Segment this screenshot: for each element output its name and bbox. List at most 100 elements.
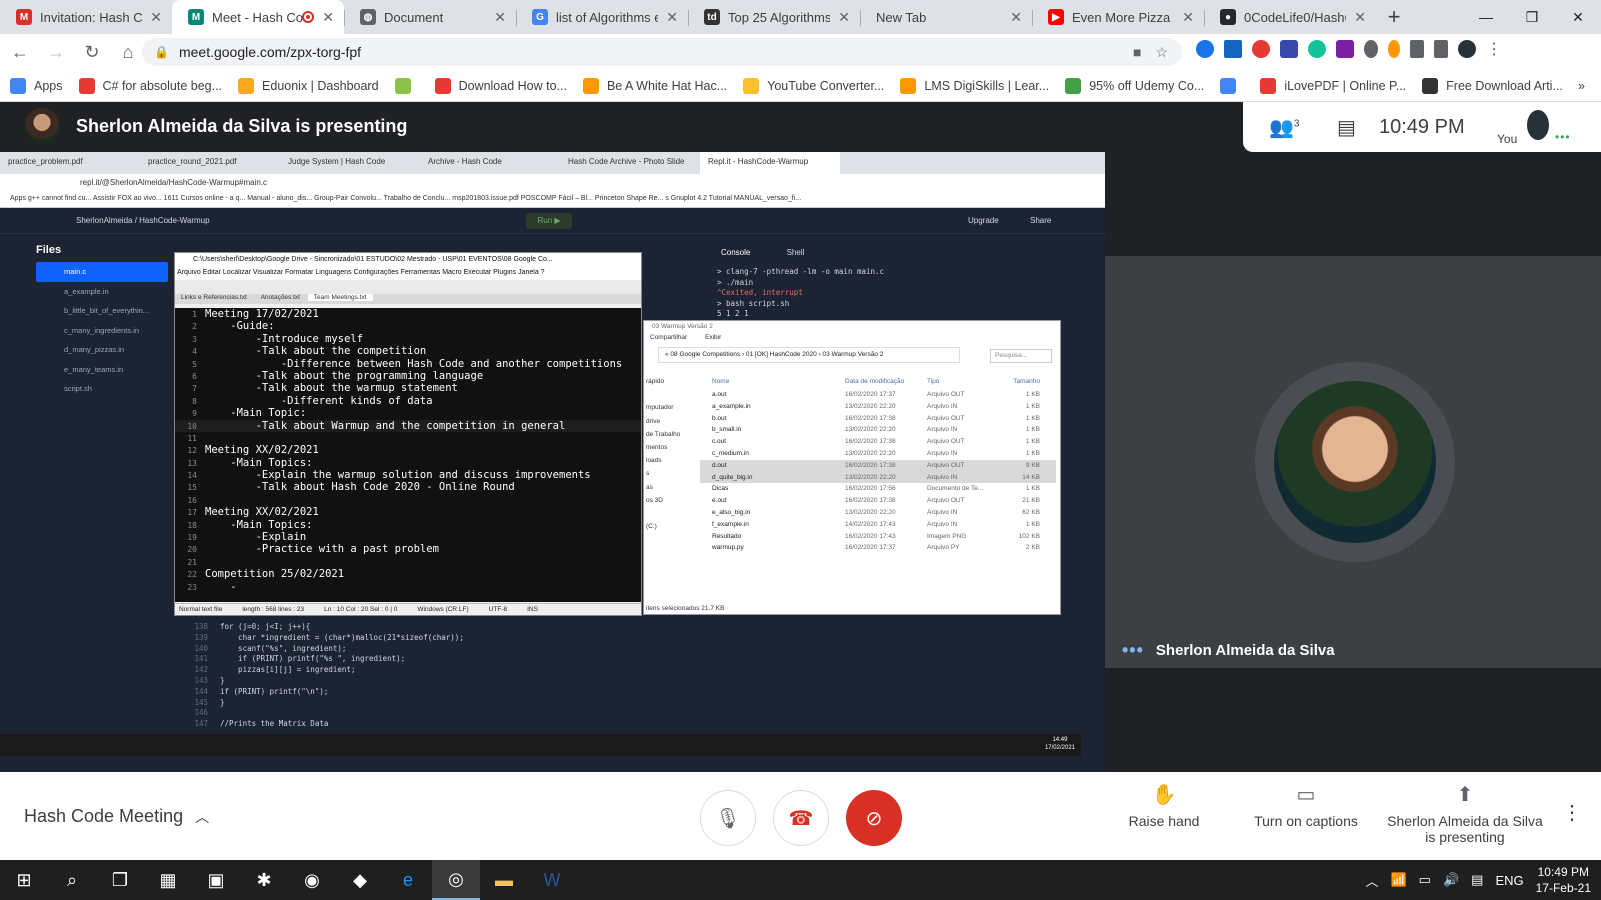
file-cell: Arquivo PY (927, 544, 960, 552)
tray-chevron-icon[interactable]: ︿ (1365, 871, 1378, 890)
close-tab-icon[interactable]: ✕ (1182, 9, 1194, 26)
extension-icon[interactable] (1280, 40, 1298, 58)
record-extension-icon[interactable] (1252, 40, 1270, 58)
participant-name: Sherlon Almeida da Silva (1155, 642, 1335, 659)
bookmark-item[interactable]: Be A White Hat Hac... (582, 77, 727, 94)
media-control-icon[interactable] (1434, 40, 1448, 58)
bookmark-item[interactable]: Download How to... (434, 77, 567, 94)
bookmarks-overflow-button[interactable]: » (1578, 79, 1585, 93)
close-tab-icon[interactable]: ✕ (838, 9, 850, 26)
bookmark-item[interactable]: YouTube Converter... (743, 77, 884, 94)
file-explorer-icon[interactable]: ▬ (480, 860, 528, 900)
new-tab-button[interactable]: + (1376, 0, 1412, 34)
nav-item: (C:) (646, 523, 657, 531)
line-text: Meeting XX/02/2021 (205, 444, 319, 457)
app-icon[interactable]: ◉ (288, 860, 336, 900)
raise-hand-button[interactable]: ✋ Raise hand (1114, 782, 1214, 829)
bookmark-item[interactable]: Apps (10, 77, 63, 94)
browser-tab[interactable]: td Top 25 Algorithms E ✕ (688, 0, 860, 34)
store-icon[interactable]: ▦ (144, 860, 192, 900)
bookmark-item[interactable] (1220, 77, 1244, 94)
file-item: script.sh (64, 384, 92, 393)
leave-call-button[interactable]: ☎ (773, 790, 829, 846)
action-center-icon[interactable]: ▤ (1471, 872, 1483, 888)
back-button[interactable]: ← (4, 36, 36, 68)
network-icon[interactable]: 📶 (1390, 872, 1406, 888)
meeting-details-button[interactable]: Hash Code Meeting ︿ (24, 806, 209, 827)
browser-tab[interactable]: ◍ Document ✕ (344, 0, 516, 34)
volume-icon[interactable]: 🔊 (1443, 872, 1459, 888)
windows-start-icon[interactable]: ⊞ (0, 860, 48, 900)
file-item: b_little_bit_of_everythin... (64, 306, 150, 315)
microphone-button[interactable]: 🎙 (700, 790, 756, 846)
browser-tab[interactable]: ▶ Even More Pizza Pr ✕ (1032, 0, 1204, 34)
menu-kebab-icon[interactable]: ⋮ (1486, 39, 1502, 59)
browser-tab[interactable]: Glist of Algorithms ev ✕ (516, 0, 688, 34)
close-tab-icon[interactable]: ✕ (322, 9, 334, 26)
taskbar-clock[interactable]: 10:49 PM 17-Feb-21 (1536, 864, 1591, 896)
console-line: ^Cexited, interrupt (717, 288, 803, 297)
close-tab-icon[interactable]: ✕ (1010, 9, 1022, 26)
close-tab-icon[interactable]: ✕ (1354, 9, 1366, 26)
more-options-icon[interactable]: ⋮ (1562, 800, 1582, 825)
line-text: Meeting XX/02/2021 (205, 506, 319, 519)
extension-icon[interactable] (1196, 40, 1214, 58)
reload-button[interactable]: ↻ (76, 36, 108, 68)
presenting-button[interactable]: ⬆ Sherlon Almeida da Silva is presenting (1380, 782, 1550, 845)
address-bar[interactable]: 🔒 meet.google.com/zpx-torg-fpf ■ ☆ (142, 38, 1182, 66)
captions-button[interactable]: ▭ Turn on captions (1246, 782, 1366, 829)
chat-icon[interactable]: ▤ (1337, 115, 1356, 140)
puzzle-icon[interactable] (1410, 40, 1424, 58)
chrome-icon[interactable]: ◎ (432, 860, 480, 900)
task-view-icon[interactable]: ❐ (96, 860, 144, 900)
editor-line: 7 -Talk about the warmup statement (175, 382, 641, 394)
close-tab-icon[interactable]: ✕ (150, 9, 162, 26)
close-tab-icon[interactable]: ✕ (494, 9, 506, 26)
line-number: 143 (194, 675, 208, 685)
browser-tab[interactable]: M Meet - Hash Co ✕ (172, 0, 344, 34)
edge-icon[interactable]: e (384, 860, 432, 900)
notepad-app-icon[interactable]: ◆ (336, 860, 384, 900)
home-button[interactable]: ⌂ (112, 36, 144, 68)
bookmark-item[interactable] (394, 77, 419, 94)
bookmark-item[interactable]: Eduonix | Dashboard (238, 77, 379, 94)
camera-off-button[interactable]: ⊘ (846, 790, 902, 846)
present-screen-icon: ⬆ (1456, 784, 1474, 806)
bookmark-item[interactable]: Free Download Arti... (1422, 77, 1563, 94)
people-icon[interactable]: 👥3 (1269, 115, 1299, 140)
bookmark-item[interactable]: iLovePDF | Online P... (1260, 77, 1406, 94)
extension-icon[interactable] (1388, 40, 1400, 58)
close-tab-icon[interactable]: ✕ (666, 9, 678, 26)
code-line: 147 //Prints the Matrix Data (180, 719, 700, 730)
bookmark-star-icon[interactable]: ☆ (1155, 44, 1168, 61)
bookmark-item[interactable]: C# for absolute beg... (78, 77, 222, 94)
explorer-status: itens selecionados 21,7 KB (646, 605, 725, 612)
app-icon[interactable]: ✱ (240, 860, 288, 900)
restore-button[interactable]: ❐ (1509, 0, 1555, 34)
profile-avatar[interactable] (1458, 40, 1476, 58)
line-number: 147 (194, 719, 208, 729)
language-indicator[interactable]: ENG (1495, 873, 1523, 888)
bookmark-item[interactable]: 95% off Udemy Co... (1065, 77, 1204, 94)
browser-tab[interactable]: M Invitation: Hash Cod ✕ (0, 0, 172, 34)
participant-ring (1255, 362, 1455, 562)
eyedropper-icon[interactable] (1364, 40, 1378, 58)
camera-in-use-icon[interactable]: ■ (1133, 44, 1141, 60)
close-window-button[interactable]: ✕ (1555, 0, 1601, 34)
forward-button[interactable]: → (40, 36, 72, 68)
terminal-icon[interactable]: ▣ (192, 860, 240, 900)
extension-icon[interactable] (1336, 40, 1354, 58)
word-icon[interactable]: W (528, 860, 576, 900)
grammarly-icon[interactable] (1308, 40, 1326, 58)
bookmark-item[interactable]: LMS DigiSkills | Lear... (900, 77, 1049, 94)
notepad-editor: 1 Meeting 17/02/2021 2 -Guide: 3 -Introduce… (175, 308, 641, 602)
window-controls: — ❐ ✕ (1463, 0, 1601, 34)
minimize-button[interactable]: — (1463, 0, 1509, 34)
notepad-tab-active: Team Meetings.txt (307, 294, 373, 301)
explorer-nav-pane: rápido mputador drive de Trabalho mentos load… (644, 375, 694, 601)
browser-tab[interactable]: ● 0CodeLife0/HashCo ✕ (1204, 0, 1376, 34)
battery-icon[interactable]: ▭ (1419, 872, 1431, 888)
extension-new-icon[interactable] (1224, 40, 1242, 58)
search-icon[interactable]: ⌕ (48, 860, 96, 900)
browser-tab[interactable]: New Tab ✕ (860, 0, 1032, 34)
